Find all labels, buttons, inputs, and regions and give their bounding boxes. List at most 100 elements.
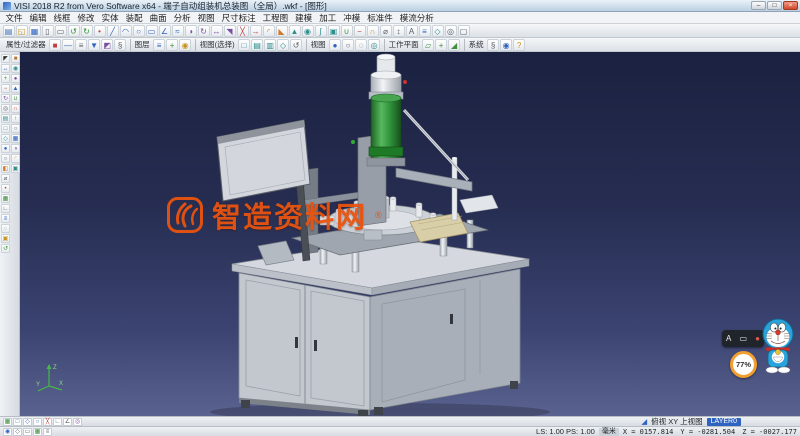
rotate-icon[interactable]: ↻ [198,25,210,37]
cad-3d-viewport[interactable]: 智造资料网 ® Z X Y A▭● 77% [20,52,800,416]
polar-toggle-icon[interactable]: ∠ [63,418,72,426]
view-front-icon[interactable]: ▤ [251,39,263,51]
menu-item[interactable]: 分析 [170,12,194,24]
select-arrow-icon[interactable]: ◤ [1,54,10,63]
pattern-icon[interactable]: ▦ [11,134,20,143]
view-previous-icon[interactable]: ↺ [290,39,302,51]
hole-icon[interactable]: ○ [11,124,20,133]
menu-item[interactable]: 线框 [50,12,74,24]
shell-3d-icon[interactable]: ▣ [11,164,20,173]
snap-end-icon[interactable]: □ [13,418,22,426]
cylinder-icon[interactable]: ◉ [11,64,20,73]
layer-add-icon[interactable]: + [166,39,178,51]
iso-view-icon[interactable]: ◇ [1,134,10,143]
tracking-icon[interactable]: ◎ [73,418,82,426]
mirror-3d-icon[interactable]: ◑ [11,144,20,153]
solid-box-icon[interactable]: ■ [11,54,20,63]
fillet-icon[interactable]: ◜ [263,25,275,37]
system-info-icon[interactable]: ◉ [500,39,512,51]
boolean-subtract-icon[interactable]: − [354,25,366,37]
layers-icon[interactable]: ≡ [1,214,10,223]
layer-list-icon[interactable]: ≡ [153,39,165,51]
menu-item[interactable]: 文件 [2,12,26,24]
zoom-fit-icon[interactable]: ◎ [445,25,457,37]
line-width-icon[interactable]: ≡ [75,39,87,51]
move-icon[interactable]: ↔ [211,25,223,37]
zoom-in-icon[interactable]: + [1,74,10,83]
view-mode-label[interactable]: 俯视 XY 上视图 [651,416,703,426]
boolean-union-icon[interactable]: ∪ [341,25,353,37]
snap-point-icon[interactable]: • [1,184,10,193]
union-icon[interactable]: ∪ [11,94,20,103]
list-icon[interactable]: ≡ [43,428,52,436]
menu-item[interactable]: 曲面 [146,12,170,24]
annotate-text-icon[interactable]: A [726,334,731,344]
chamfer-icon[interactable]: ◣ [276,25,288,37]
zoom-fit-icon[interactable]: ◎ [1,104,10,113]
zoom-out-icon[interactable]: − [1,84,10,93]
extrude-icon[interactable]: ▲ [289,25,301,37]
shaded-view-icon[interactable]: ● [329,39,341,51]
maximize-button[interactable]: □ [767,1,782,10]
workplane-new-icon[interactable]: + [435,39,447,51]
snap-grid-icon[interactable]: ▦ [3,418,12,426]
coord-abs-icon[interactable]: ◉ [3,428,12,436]
spline-icon[interactable]: ≈ [172,25,184,37]
zoom-window-icon[interactable]: ▢ [458,25,470,37]
open-file-icon[interactable]: ◱ [16,25,28,37]
active-layer-chip[interactable]: LAYER0 [707,418,741,426]
menu-item[interactable]: 实体 [98,12,122,24]
cad-model-canvas[interactable] [20,52,800,416]
extrude-up-icon[interactable]: ↑ [11,114,20,123]
mirror-icon[interactable]: ◑ [185,25,197,37]
iso-view-icon[interactable]: ◇ [432,25,444,37]
workplane-xy-icon[interactable]: ▱ [422,39,434,51]
shaded-icon[interactable]: ● [1,144,10,153]
rotate-view-icon[interactable]: ↻ [1,94,10,103]
ortho-toggle-icon[interactable]: ∟ [53,418,62,426]
top-view-icon[interactable]: □ [1,124,10,133]
close-button[interactable]: × [783,1,798,10]
sweep-icon[interactable]: ∫ [315,25,327,37]
layer-visibility-icon[interactable]: ◉ [179,39,191,51]
menu-item[interactable]: 修改 [74,12,98,24]
trim-icon[interactable]: ╳ [237,25,249,37]
layer-manager-icon[interactable]: ≡ [419,25,431,37]
color-swatch-icon[interactable]: ■ [49,39,61,51]
menu-item[interactable]: 冲模 [340,12,364,24]
progress-badge[interactable]: 77% [730,351,757,378]
filter-dropdown-icon[interactable]: ▼ [88,39,100,51]
text-icon[interactable]: A [406,25,418,37]
redo-icon[interactable]: ↻ [81,25,93,37]
dimension-icon[interactable]: ↕ [393,25,405,37]
snap-intersect-icon[interactable]: ╳ [43,418,52,426]
new-file-icon[interactable]: ▤ [3,25,15,37]
hide-icon[interactable]: ◌ [1,224,10,233]
subtract-icon[interactable]: ∩ [11,104,20,113]
section-icon[interactable]: ◧ [1,164,10,173]
menu-item[interactable]: 工程图 [259,12,292,24]
menu-item[interactable]: 编辑 [26,12,50,24]
rectangle-icon[interactable]: ▭ [146,25,158,37]
view-top-icon[interactable]: □ [238,39,250,51]
revolve-icon[interactable]: ◉ [302,25,314,37]
view-iso-icon[interactable]: ◇ [277,39,289,51]
wireframe-icon[interactable]: ○ [1,154,10,163]
point-icon[interactable]: • [94,25,106,37]
snap-center-icon[interactable]: ○ [33,418,42,426]
refresh-icon[interactable]: ↺ [1,244,10,253]
scale-icon[interactable]: ◥ [224,25,236,37]
line-icon[interactable]: ╱ [107,25,119,37]
undo-icon[interactable]: ↺ [68,25,80,37]
arc-icon[interactable]: ◠ [120,25,132,37]
boolean-intersect-icon[interactable]: ∩ [367,25,379,37]
units-icon[interactable]: ▭ [23,428,32,436]
front-view-icon[interactable]: ▤ [1,114,10,123]
circle-icon[interactable]: ○ [133,25,145,37]
angle-icon[interactable]: ∠ [159,25,171,37]
line-type-icon[interactable]: ― [62,39,74,51]
pan-icon[interactable]: ↔ [1,64,10,73]
settings-icon[interactable]: § [487,39,499,51]
annotate-shape-icon[interactable]: ▭ [739,334,747,344]
workplane-align-icon[interactable]: ◢ [448,39,460,51]
